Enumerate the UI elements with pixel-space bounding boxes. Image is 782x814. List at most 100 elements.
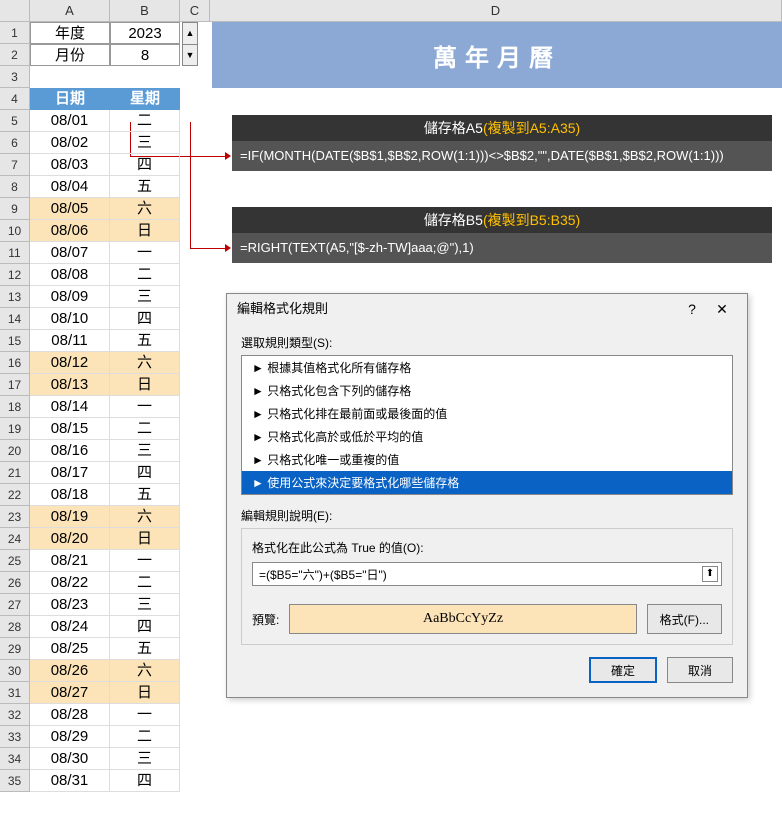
cell-date[interactable]: 08/27 xyxy=(30,682,110,704)
cell-date[interactable]: 08/08 xyxy=(30,264,110,286)
cell-weekday[interactable]: 一 xyxy=(110,396,180,418)
row-header-31[interactable]: 31 xyxy=(0,682,29,704)
format-button[interactable]: 格式(F)... xyxy=(647,604,722,634)
cell-weekday[interactable]: 五 xyxy=(110,638,180,660)
cell-weekday[interactable]: 三 xyxy=(110,440,180,462)
rule-type-item[interactable]: ► 使用公式來決定要格式化哪些儲存格 xyxy=(242,471,732,494)
row-header-1[interactable]: 1 xyxy=(0,22,29,44)
cell-date[interactable]: 08/18 xyxy=(30,484,110,506)
cell-weekday[interactable]: 日 xyxy=(110,374,180,396)
cell-date[interactable]: 08/30 xyxy=(30,748,110,770)
cell-weekday[interactable]: 二 xyxy=(110,418,180,440)
cell-date[interactable]: 08/25 xyxy=(30,638,110,660)
cell-weekday[interactable]: 一 xyxy=(110,704,180,726)
cell-weekday[interactable]: 四 xyxy=(110,616,180,638)
cell-date[interactable]: 08/01 xyxy=(30,110,110,132)
cell-date[interactable]: 08/23 xyxy=(30,594,110,616)
row-header-6[interactable]: 6 xyxy=(0,132,29,154)
row-header-5[interactable]: 5 xyxy=(0,110,29,132)
cell-date[interactable]: 08/09 xyxy=(30,286,110,308)
cell-weekday[interactable]: 二 xyxy=(110,726,180,748)
row-header-15[interactable]: 15 xyxy=(0,330,29,352)
cell-date[interactable]: 08/19 xyxy=(30,506,110,528)
cell-weekday[interactable]: 六 xyxy=(110,198,180,220)
cell-date[interactable]: 08/21 xyxy=(30,550,110,572)
cell-weekday[interactable]: 四 xyxy=(110,154,180,176)
cell-date[interactable]: 08/16 xyxy=(30,440,110,462)
col-header-d[interactable]: D xyxy=(210,0,782,21)
cancel-button[interactable]: 取消 xyxy=(667,657,733,683)
cell-date[interactable]: 08/11 xyxy=(30,330,110,352)
cell-date[interactable]: 08/24 xyxy=(30,616,110,638)
dialog-titlebar[interactable]: 編輯格式化規則 ? ✕ xyxy=(227,294,747,324)
row-header-27[interactable]: 27 xyxy=(0,594,29,616)
row-header-9[interactable]: 9 xyxy=(0,198,29,220)
table-header-weekday[interactable]: 星期 xyxy=(110,88,180,110)
table-header-date[interactable]: 日期 xyxy=(30,88,110,110)
row-header-14[interactable]: 14 xyxy=(0,308,29,330)
row-header-26[interactable]: 26 xyxy=(0,572,29,594)
col-header-c[interactable]: C xyxy=(180,0,210,21)
cell-weekday[interactable]: 二 xyxy=(110,264,180,286)
row-header-19[interactable]: 19 xyxy=(0,418,29,440)
spinner-up[interactable]: ▲ xyxy=(183,23,197,45)
rule-type-item[interactable]: ► 只格式化排在最前面或最後面的值 xyxy=(242,402,732,425)
row-header-4[interactable]: 4 xyxy=(0,88,29,110)
cell-date[interactable]: 08/14 xyxy=(30,396,110,418)
row-header-29[interactable]: 29 xyxy=(0,638,29,660)
cell-weekday[interactable]: 五 xyxy=(110,484,180,506)
row-header-30[interactable]: 30 xyxy=(0,660,29,682)
cell-weekday[interactable]: 四 xyxy=(110,308,180,330)
cell-date[interactable]: 08/04 xyxy=(30,176,110,198)
cell-date[interactable]: 08/15 xyxy=(30,418,110,440)
cell-weekday[interactable]: 四 xyxy=(110,462,180,484)
row-header-3[interactable]: 3 xyxy=(0,66,29,88)
cell-date[interactable]: 08/13 xyxy=(30,374,110,396)
row-header-24[interactable]: 24 xyxy=(0,528,29,550)
cell-weekday[interactable]: 二 xyxy=(110,572,180,594)
cell-weekday[interactable]: 四 xyxy=(110,770,180,792)
col-header-b[interactable]: B xyxy=(110,0,180,21)
select-all-corner[interactable] xyxy=(0,0,30,21)
row-header-33[interactable]: 33 xyxy=(0,726,29,748)
cell-month-value[interactable]: 8 xyxy=(110,44,180,66)
row-header-7[interactable]: 7 xyxy=(0,154,29,176)
cell-weekday[interactable]: 三 xyxy=(110,594,180,616)
cell-weekday[interactable]: 三 xyxy=(110,132,180,154)
row-header-8[interactable]: 8 xyxy=(0,176,29,198)
cell-date[interactable]: 08/12 xyxy=(30,352,110,374)
row-header-13[interactable]: 13 xyxy=(0,286,29,308)
cell-weekday[interactable]: 五 xyxy=(110,176,180,198)
row-header-32[interactable]: 32 xyxy=(0,704,29,726)
cell-date[interactable]: 08/05 xyxy=(30,198,110,220)
row-header-10[interactable]: 10 xyxy=(0,220,29,242)
row-header-35[interactable]: 35 xyxy=(0,770,29,792)
row-header-34[interactable]: 34 xyxy=(0,748,29,770)
close-button[interactable]: ✕ xyxy=(707,294,737,324)
row-header-20[interactable]: 20 xyxy=(0,440,29,462)
rule-type-item[interactable]: ► 只格式化高於或低於平均的值 xyxy=(242,425,732,448)
rule-type-item[interactable]: ► 只格式化唯一或重複的值 xyxy=(242,448,732,471)
row-header-17[interactable]: 17 xyxy=(0,374,29,396)
cell-weekday[interactable]: 日 xyxy=(110,682,180,704)
cell-date[interactable]: 08/02 xyxy=(30,132,110,154)
cell-weekday[interactable]: 一 xyxy=(110,550,180,572)
cell-date[interactable]: 08/31 xyxy=(30,770,110,792)
cell-date[interactable]: 08/29 xyxy=(30,726,110,748)
row-header-21[interactable]: 21 xyxy=(0,462,29,484)
row-header-2[interactable]: 2 xyxy=(0,44,29,66)
cell-month-label[interactable]: 月份 xyxy=(30,44,110,66)
cell-date[interactable]: 08/28 xyxy=(30,704,110,726)
row-header-11[interactable]: 11 xyxy=(0,242,29,264)
ok-button[interactable]: 確定 xyxy=(589,657,657,683)
spinner-down[interactable]: ▼ xyxy=(183,45,197,66)
cell-date[interactable]: 08/07 xyxy=(30,242,110,264)
rule-type-item[interactable]: ► 只格式化包含下列的儲存格 xyxy=(242,379,732,402)
cell-year-label[interactable]: 年度 xyxy=(30,22,110,44)
cell-date[interactable]: 08/20 xyxy=(30,528,110,550)
cell-date[interactable]: 08/22 xyxy=(30,572,110,594)
cell-date[interactable]: 08/17 xyxy=(30,462,110,484)
rule-type-item[interactable]: ► 根據其值格式化所有儲存格 xyxy=(242,356,732,379)
row-header-16[interactable]: 16 xyxy=(0,352,29,374)
cell-weekday[interactable]: 六 xyxy=(110,660,180,682)
